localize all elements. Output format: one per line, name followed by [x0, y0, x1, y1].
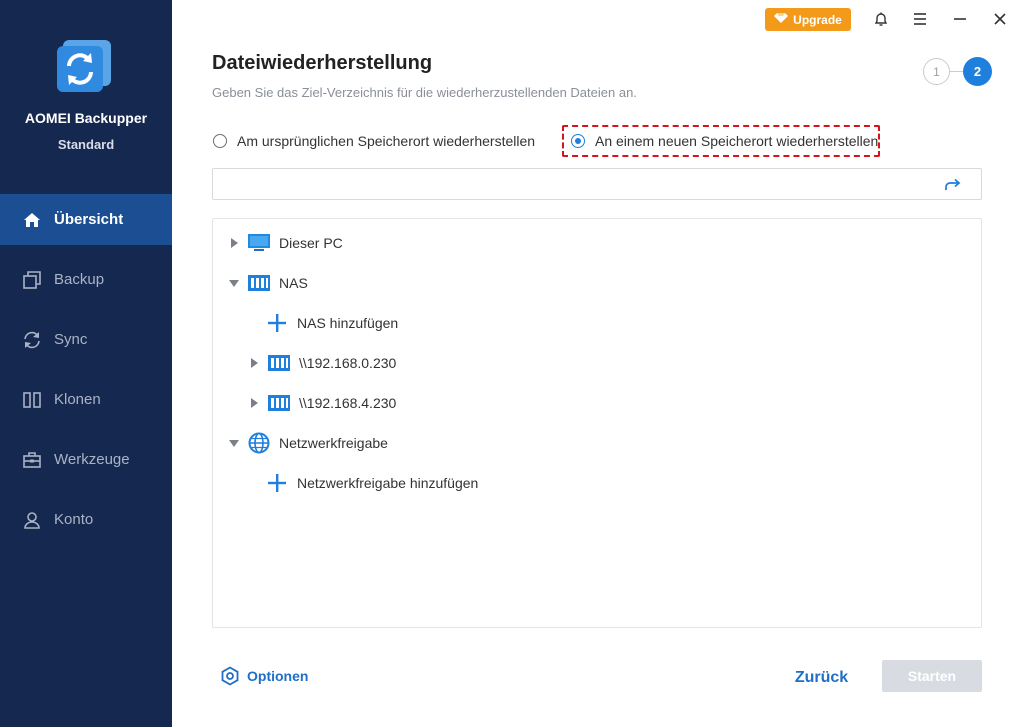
user-icon: [22, 510, 42, 530]
bell-icon[interactable]: [871, 9, 891, 29]
browse-arrow-icon[interactable]: [943, 176, 963, 194]
options-button[interactable]: Optionen: [220, 666, 308, 686]
sidebar-item-clone[interactable]: Klonen: [0, 374, 172, 425]
step-indicator-1: 1: [923, 58, 950, 85]
plus-icon: [267, 473, 287, 493]
start-button: Starten: [882, 660, 982, 692]
toolbox-icon: [22, 450, 42, 470]
nas-icon: [247, 273, 271, 293]
tree-item-label: \\192.168.4.230: [299, 395, 397, 411]
radio-button[interactable]: [213, 134, 227, 148]
expand-arrow-icon[interactable]: [249, 398, 259, 408]
sidebar-item-label: Klonen: [54, 391, 101, 408]
collapse-arrow-icon[interactable]: [229, 438, 239, 448]
sync-icon: [22, 330, 42, 350]
sidebar-item-account[interactable]: Konto: [0, 494, 172, 545]
sidebar-item-tools[interactable]: Werkzeuge: [0, 434, 172, 485]
tree-item-label: \\192.168.0.230: [299, 355, 397, 371]
sidebar-item-label: Konto: [54, 511, 94, 528]
tree-item-nas-host[interactable]: \\192.168.4.230: [249, 392, 396, 414]
plus-icon: [267, 313, 287, 333]
tree-item-network-share[interactable]: Netzwerkfreigabe: [229, 432, 388, 454]
close-icon[interactable]: [990, 9, 1010, 29]
monitor-icon: [247, 233, 271, 253]
globe-icon: [247, 432, 271, 454]
upgrade-button[interactable]: Upgrade: [765, 8, 851, 31]
home-icon: [22, 210, 42, 230]
tree-item-label: NAS: [279, 275, 308, 291]
nas-icon: [267, 353, 291, 373]
sidebar-item-label: Backup: [54, 271, 105, 288]
page-title: Dateiwiederherstellung: [212, 52, 433, 74]
sidebar-item-sync[interactable]: Sync: [0, 314, 172, 365]
sidebar-item-label: Übersicht: [54, 211, 124, 228]
upgrade-label: Upgrade: [793, 12, 842, 27]
path-input[interactable]: [213, 169, 933, 199]
tree-item-label: Netzwerkfreigabe: [279, 435, 388, 451]
diamond-icon: [774, 12, 789, 27]
location-tree: Dieser PC NAS NAS hinzufügen \\192.168.0…: [212, 218, 982, 628]
expand-arrow-icon[interactable]: [229, 238, 239, 248]
menu-icon[interactable]: [910, 9, 930, 29]
add-nas-button[interactable]: NAS hinzufügen: [267, 312, 398, 334]
tree-item-nas[interactable]: NAS: [229, 272, 308, 294]
aomei-logo-icon: [55, 38, 115, 98]
back-button[interactable]: Zurück: [785, 667, 858, 689]
path-field[interactable]: [212, 168, 982, 200]
radio-original-location[interactable]: Am ursprünglichen Speicherort wiederhers…: [213, 133, 535, 149]
settings-hex-icon: [220, 666, 240, 686]
sidebar-item-label: Sync: [54, 331, 88, 348]
app-edition: Standard: [57, 137, 115, 152]
sidebar-item-overview[interactable]: Übersicht: [0, 194, 172, 245]
step-indicator-2: 2: [963, 57, 992, 86]
app-name: AOMEI Backupper: [24, 110, 148, 126]
radio-label: Am ursprünglichen Speicherort wiederhers…: [237, 133, 536, 149]
page-subtitle: Geben Sie das Ziel-Verzeichnis für die w…: [212, 85, 637, 100]
sidebar-item-backup[interactable]: Backup: [0, 254, 172, 305]
sidebar-item-label: Werkzeuge: [54, 451, 130, 468]
add-network-share-button[interactable]: Netzwerkfreigabe hinzufügen: [267, 472, 478, 494]
expand-arrow-icon[interactable]: [249, 358, 259, 368]
tree-item-label: Dieser PC: [279, 235, 343, 251]
sidebar: AOMEI Backupper Standard Übersicht Backu…: [0, 0, 172, 727]
tree-item-nas-host[interactable]: \\192.168.0.230: [249, 352, 396, 374]
tree-item-this-pc[interactable]: Dieser PC: [229, 232, 343, 254]
collapse-arrow-icon[interactable]: [229, 278, 239, 288]
backup-icon: [22, 270, 42, 290]
radio-button-selected[interactable]: [571, 134, 585, 148]
minimize-icon[interactable]: [950, 9, 970, 29]
tree-item-label: Netzwerkfreigabe hinzufügen: [297, 475, 479, 491]
nas-icon: [267, 393, 291, 413]
tree-item-label: NAS hinzufügen: [297, 315, 399, 331]
clone-icon: [22, 390, 42, 410]
radio-new-location[interactable]: An einem neuen Speicherort wiederherstel…: [571, 133, 878, 149]
radio-label: An einem neuen Speicherort wiederherstel…: [595, 133, 879, 149]
options-label: Optionen: [247, 668, 309, 684]
